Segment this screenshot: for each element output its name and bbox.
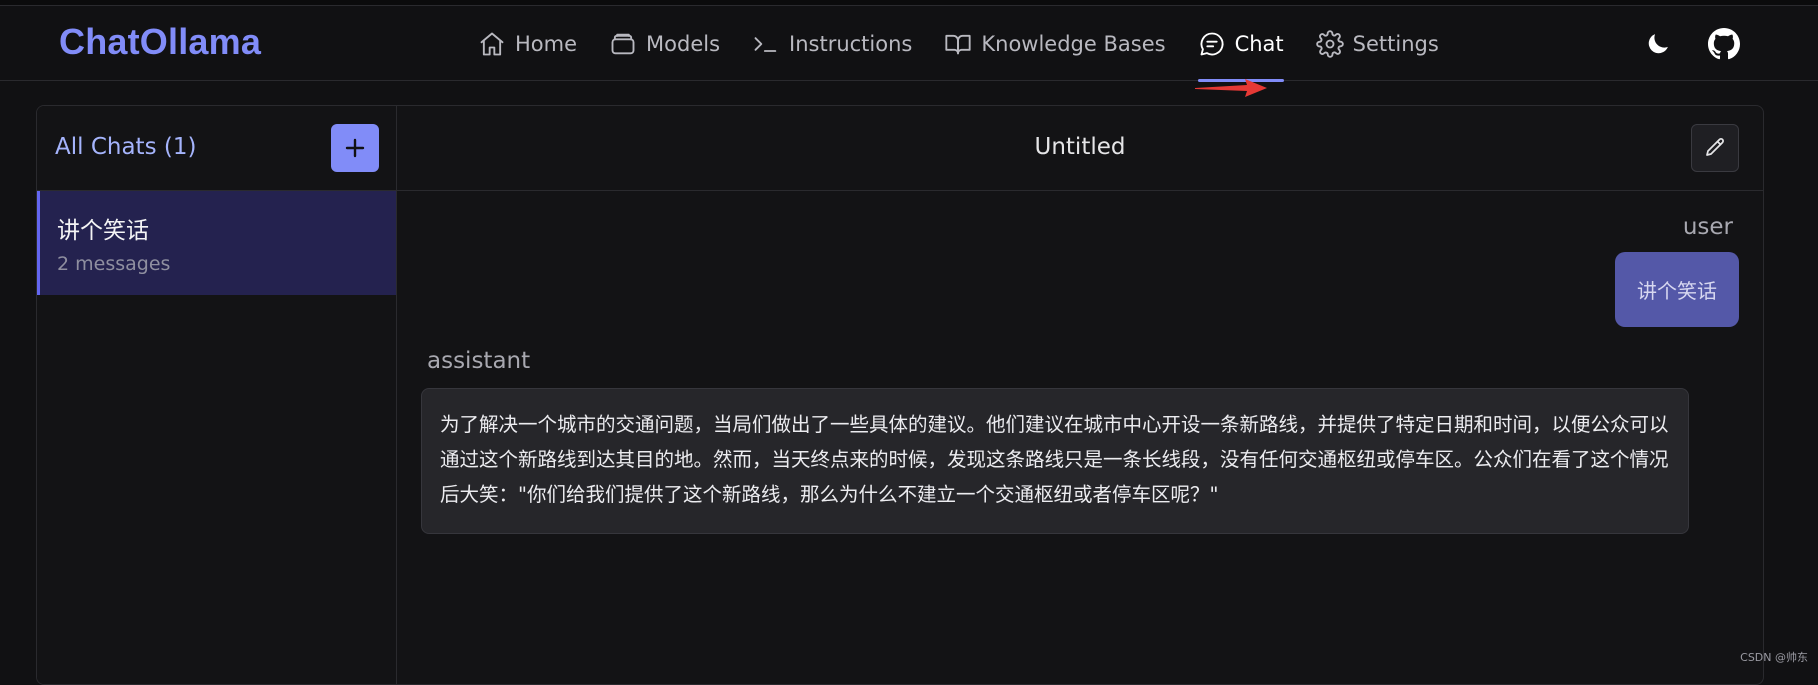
top-navbar: ChatOllama Home Models Instructions Know… xyxy=(0,6,1818,81)
nav-item-knowledge-bases[interactable]: Knowledge Bases xyxy=(944,6,1165,81)
nav-item-settings[interactable]: Settings xyxy=(1316,6,1439,81)
nav-item-label: Models xyxy=(646,32,720,56)
all-chats-title: All Chats (1) xyxy=(55,134,196,160)
chat-main: Untitled user 讲个笑话 assistant 为了解决一个城市的交通… xyxy=(397,106,1763,684)
pencil-icon xyxy=(1703,136,1727,160)
models-icon xyxy=(609,30,637,58)
header-actions xyxy=(1640,26,1772,62)
edit-title-button[interactable] xyxy=(1691,124,1739,172)
nav-item-models[interactable]: Models xyxy=(609,6,720,81)
github-link[interactable] xyxy=(1706,26,1742,62)
new-chat-button[interactable] xyxy=(331,124,379,172)
theme-toggle-button[interactable] xyxy=(1640,26,1676,62)
watermark: CSDN @帅东 xyxy=(1740,649,1808,665)
chat-header: Untitled xyxy=(397,106,1763,191)
terminal-icon xyxy=(752,30,780,58)
nav-item-home[interactable]: Home xyxy=(478,6,577,81)
assistant-message-bubble: 为了解决一个城市的交通问题，当局们做出了一些具体的建议。他们建议在城市中心开设一… xyxy=(421,388,1689,534)
moon-icon xyxy=(1644,30,1672,58)
chat-item-subtitle: 2 messages xyxy=(57,253,396,275)
sidebar-header: All Chats (1) xyxy=(37,106,396,191)
nav-item-label: Home xyxy=(515,32,577,56)
app-brand-logo[interactable]: ChatOllama xyxy=(59,21,261,63)
chat-icon xyxy=(1198,30,1226,58)
nav-item-label: Settings xyxy=(1353,32,1439,56)
message-role-user: user xyxy=(1683,214,1733,240)
chat-sidebar: All Chats (1) 讲个笑话 2 messages xyxy=(37,106,397,684)
chat-panel: All Chats (1) 讲个笑话 2 messages Untitled u… xyxy=(36,105,1764,685)
nav-item-label: Chat xyxy=(1235,32,1284,56)
main-nav: Home Models Instructions Knowledge Bases… xyxy=(478,6,1471,81)
github-icon xyxy=(1708,28,1740,60)
home-icon xyxy=(478,30,506,58)
annotation-arrow xyxy=(1195,77,1267,101)
chat-item-title: 讲个笑话 xyxy=(57,211,396,245)
nav-item-label: Instructions xyxy=(789,32,912,56)
book-icon xyxy=(944,30,972,58)
chat-list-item[interactable]: 讲个笑话 2 messages xyxy=(37,191,396,295)
chat-title: Untitled xyxy=(397,134,1763,160)
plus-icon xyxy=(343,136,367,160)
message-role-assistant: assistant xyxy=(427,348,530,374)
nav-item-instructions[interactable]: Instructions xyxy=(752,6,912,81)
nav-item-label: Knowledge Bases xyxy=(981,32,1165,56)
gear-icon xyxy=(1316,30,1344,58)
user-message-bubble: 讲个笑话 xyxy=(1615,252,1739,327)
nav-item-chat[interactable]: Chat xyxy=(1198,6,1284,81)
